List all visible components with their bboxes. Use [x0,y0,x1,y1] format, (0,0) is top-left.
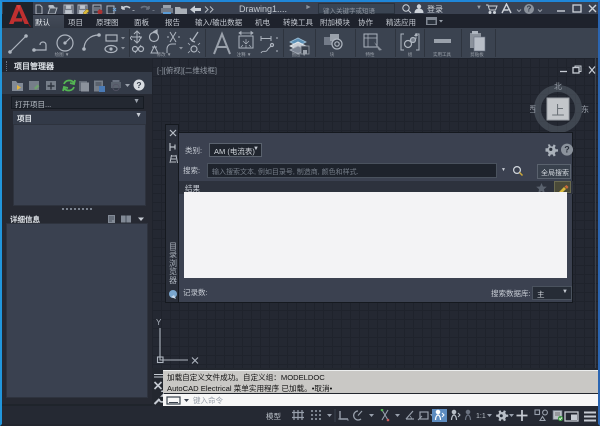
svg-text:?: ? [136,80,141,90]
svg-text:?: ? [527,5,532,14]
svg-text:上: 上 [551,103,564,118]
svg-text:西: 西 [530,105,536,114]
svg-text:Y: Y [156,318,162,327]
svg-text:1:1: 1:1 [476,413,486,420]
svg-text:?: ? [564,145,570,155]
svg-text:北: 北 [554,82,562,91]
svg-text:东: 东 [581,104,589,114]
